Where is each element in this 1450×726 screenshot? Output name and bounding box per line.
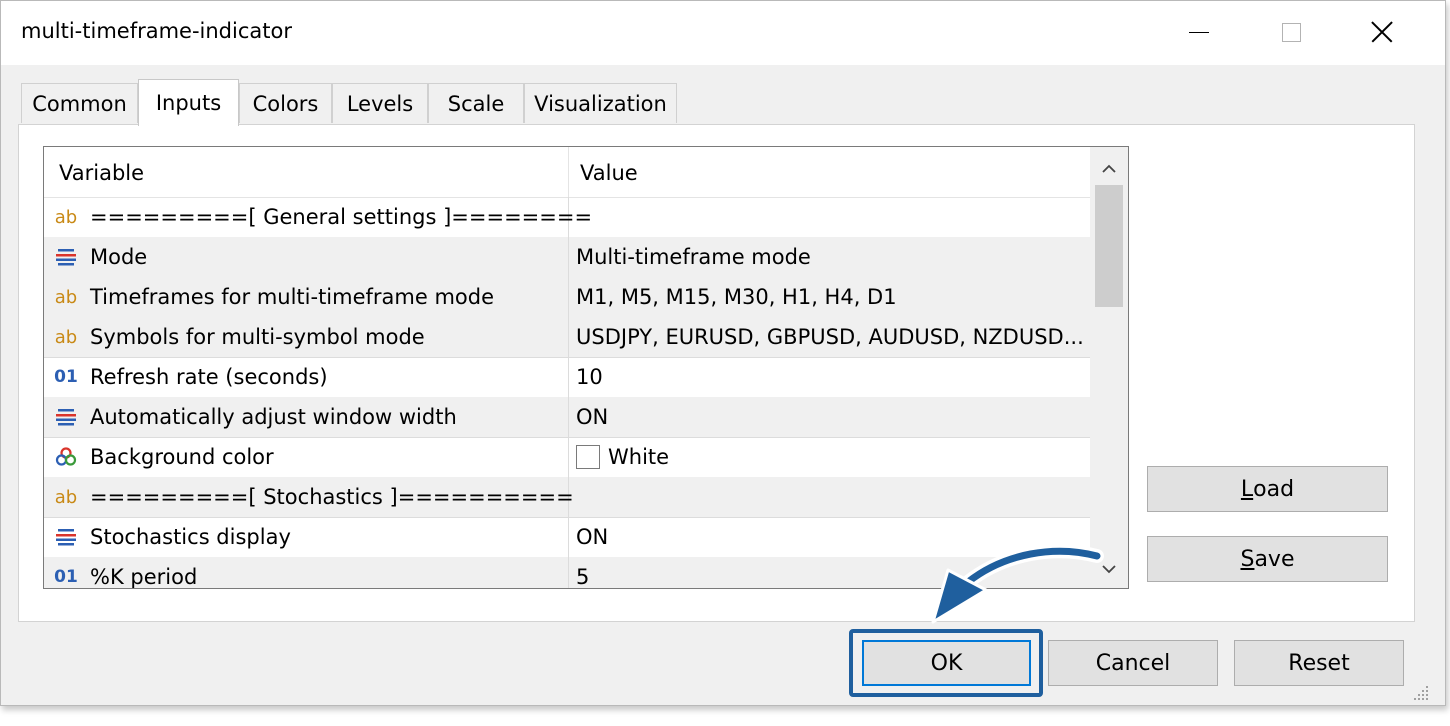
string-icon: ab xyxy=(54,326,78,348)
resize-grip-icon[interactable] xyxy=(1411,683,1431,703)
value-cell[interactable]: 5 xyxy=(569,557,1090,589)
header-variable[interactable]: Variable xyxy=(59,147,144,197)
value-cell[interactable]: ON xyxy=(569,397,1090,437)
color-swatch[interactable] xyxy=(576,445,600,469)
value-cell[interactable]: M1, M5, M15, M30, H1, H4, D1 xyxy=(569,277,1090,317)
scroll-down-button[interactable] xyxy=(1090,555,1128,583)
save-accelerator: S xyxy=(1240,546,1255,572)
color-icon xyxy=(54,445,78,469)
value-text: 5 xyxy=(576,565,590,589)
table-row[interactable]: Mode Multi-timeframe mode xyxy=(44,237,1090,278)
value-text: 10 xyxy=(576,365,603,389)
variable-cell: Stochastics display xyxy=(44,517,569,557)
table-row[interactable]: 01 %K period 5 xyxy=(44,557,1090,589)
string-icon: ab xyxy=(54,286,78,308)
value-cell[interactable]: ON xyxy=(569,517,1090,557)
value-cell[interactable] xyxy=(569,477,1090,517)
variable-label: Stochastics display xyxy=(90,525,291,549)
header-divider xyxy=(568,147,569,197)
string-icon: ab xyxy=(54,486,78,508)
grid-header: Variable Value xyxy=(44,147,1090,198)
value-cell[interactable]: 10 xyxy=(569,357,1090,397)
variable-cell: ab Symbols for multi-symbol mode xyxy=(44,317,569,357)
save-label: ave xyxy=(1254,546,1295,572)
minimize-icon xyxy=(1189,31,1209,33)
variable-label: =========[ General settings ]======== xyxy=(90,205,593,229)
value-text: M1, M5, M15, M30, H1, H4, D1 xyxy=(576,285,897,309)
tab-visualization[interactable]: Visualization xyxy=(524,83,677,123)
integer-icon: 01 xyxy=(54,567,78,587)
value-text: ON xyxy=(576,405,609,429)
ok-highlight-frame xyxy=(849,629,1043,697)
chevron-down-icon xyxy=(1102,565,1116,574)
load-button[interactable]: Load xyxy=(1147,466,1388,512)
header-value[interactable]: Value xyxy=(580,147,638,197)
tab-scale[interactable]: Scale xyxy=(428,83,524,123)
table-row[interactable]: Automatically adjust window width ON xyxy=(44,397,1090,438)
load-label: oad xyxy=(1253,476,1295,502)
scroll-up-button[interactable] xyxy=(1090,155,1128,183)
table-row[interactable]: ab Symbols for multi-symbol mode USDJPY,… xyxy=(44,317,1090,358)
variable-label: Automatically adjust window width xyxy=(90,405,457,429)
variable-cell: Mode xyxy=(44,237,569,277)
reset-button[interactable]: Reset xyxy=(1234,640,1404,686)
value-text: USDJPY, EURUSD, GBPUSD, AUDUSD, NZDUSD..… xyxy=(576,325,1084,349)
string-icon: ab xyxy=(54,206,78,228)
cancel-button[interactable]: Cancel xyxy=(1048,640,1218,686)
value-cell[interactable]: USDJPY, EURUSD, GBPUSD, AUDUSD, NZDUSD..… xyxy=(569,317,1090,357)
variable-cell: ab Timeframes for multi-timeframe mode xyxy=(44,277,569,317)
variable-label: Background color xyxy=(90,445,274,469)
minimize-button[interactable] xyxy=(1176,9,1222,55)
value-text: ON xyxy=(576,525,609,549)
save-button[interactable]: Save xyxy=(1147,536,1388,582)
table-row[interactable]: ab =========[ Stochastics ]========== xyxy=(44,477,1090,518)
vertical-scrollbar[interactable] xyxy=(1090,147,1128,588)
close-icon xyxy=(1371,21,1393,43)
variable-label: Refresh rate (seconds) xyxy=(90,365,328,389)
tab-levels[interactable]: Levels xyxy=(332,83,428,123)
maximize-icon xyxy=(1281,22,1301,42)
enum-icon xyxy=(54,405,78,429)
tab-inputs[interactable]: Inputs xyxy=(138,79,239,126)
enum-icon xyxy=(54,245,78,269)
inputs-grid: Variable Value ab =========[ General set… xyxy=(43,146,1129,589)
scroll-thumb[interactable] xyxy=(1095,185,1123,307)
value-cell[interactable] xyxy=(569,197,1090,237)
table-row[interactable]: ab Timeframes for multi-timeframe mode M… xyxy=(44,277,1090,318)
value-text: Multi-timeframe mode xyxy=(576,245,811,269)
tab-common[interactable]: Common xyxy=(21,83,138,123)
variable-cell: 01 Refresh rate (seconds) xyxy=(44,357,569,397)
variable-cell: 01 %K period xyxy=(44,557,569,589)
enum-icon xyxy=(54,525,78,549)
variable-cell: Background color xyxy=(44,437,569,477)
load-accelerator: L xyxy=(1240,476,1254,502)
table-row[interactable]: Stochastics display ON xyxy=(44,517,1090,558)
table-row[interactable]: ab =========[ General settings ]======== xyxy=(44,197,1090,238)
variable-label: %K period xyxy=(90,565,198,589)
variable-label: =========[ Stochastics ]========== xyxy=(90,485,574,509)
value-cell[interactable]: White xyxy=(569,437,1090,477)
maximize-button[interactable] xyxy=(1268,9,1314,55)
table-row[interactable]: 01 Refresh rate (seconds) 10 xyxy=(44,357,1090,398)
variable-cell: ab =========[ General settings ]======== xyxy=(44,197,592,237)
variable-cell: ab =========[ Stochastics ]========== xyxy=(44,477,574,517)
value-cell[interactable]: Multi-timeframe mode xyxy=(569,237,1090,277)
variable-cell: Automatically adjust window width xyxy=(44,397,569,437)
tab-colors[interactable]: Colors xyxy=(239,83,332,123)
close-button[interactable] xyxy=(1359,9,1405,55)
value-text: White xyxy=(608,445,670,469)
variable-label: Timeframes for multi-timeframe mode xyxy=(90,285,495,309)
variable-label: Symbols for multi-symbol mode xyxy=(90,325,425,349)
title-bar: multi-timeframe-indicator xyxy=(1,1,1445,65)
window-title: multi-timeframe-indicator xyxy=(21,19,292,43)
table-row[interactable]: Background color White xyxy=(44,437,1090,478)
variable-label: Mode xyxy=(90,245,148,269)
chevron-up-icon xyxy=(1102,164,1116,173)
dialog-window: multi-timeframe-indicator Common Inputs … xyxy=(0,0,1446,706)
integer-icon: 01 xyxy=(54,367,78,387)
